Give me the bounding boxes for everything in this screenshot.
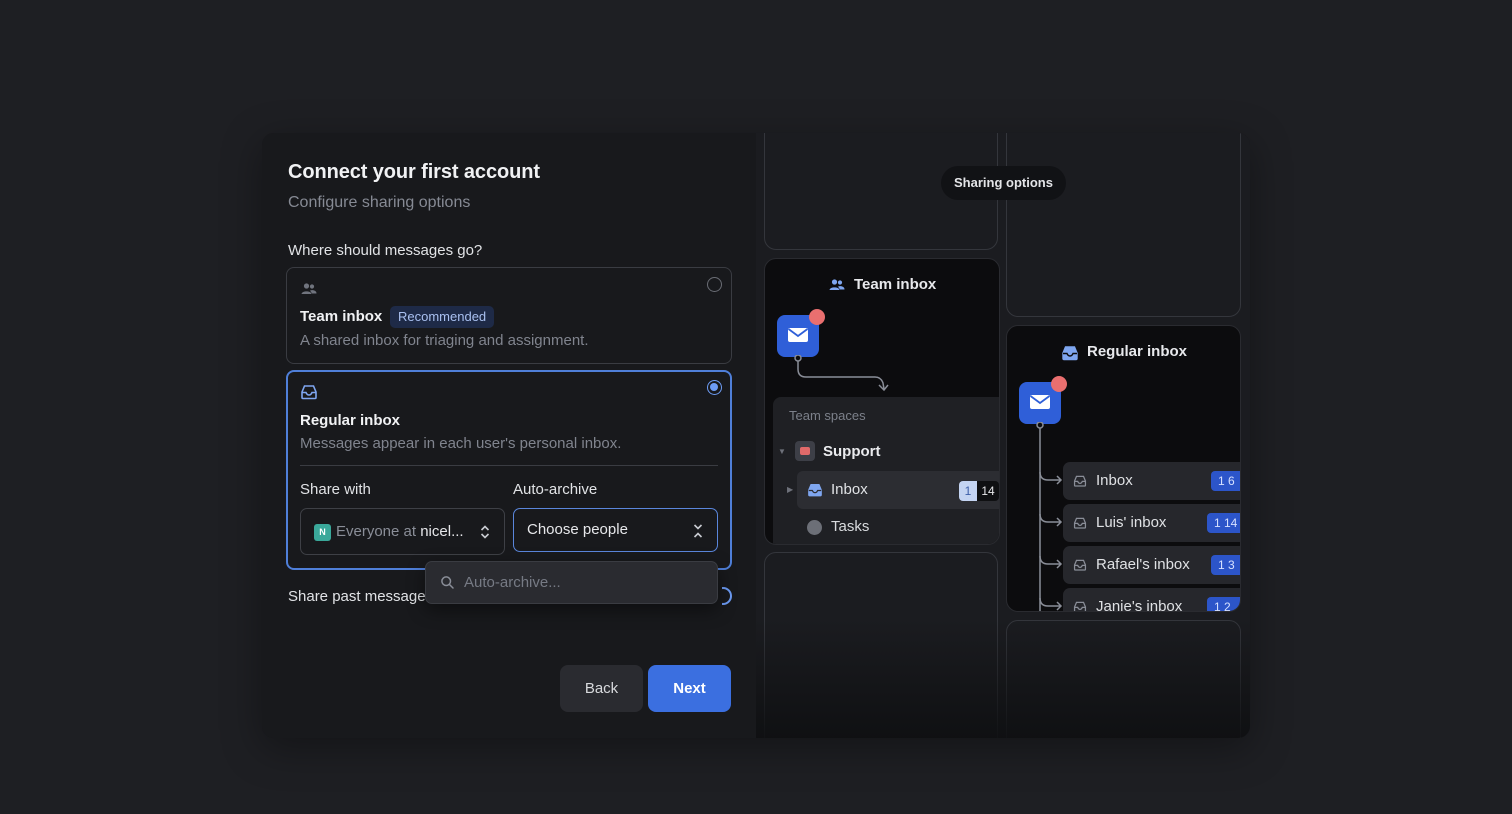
inbox-count: 1 6 — [1211, 471, 1240, 491]
inbox-icon — [301, 385, 317, 400]
team-spaces-label: Team spaces — [789, 408, 866, 423]
personal-inbox-label: Rafael's inbox — [1096, 556, 1190, 573]
unread-count: 1 — [959, 481, 977, 501]
chevron-collapse-icon — [693, 524, 703, 538]
auto-archive-search-input[interactable]: Auto-archive... — [464, 574, 561, 591]
settings-pane: Connect your first account Configure sha… — [262, 133, 756, 738]
back-button[interactable]: Back — [560, 665, 643, 712]
total-count: 14 — [977, 481, 999, 501]
personal-inbox-label: Luis' inbox — [1096, 514, 1167, 531]
flow-tree-lines — [1036, 422, 1063, 611]
personal-inbox-label: Inbox — [1096, 472, 1133, 489]
org-logo-icon: N — [314, 524, 331, 541]
next-button[interactable]: Next — [648, 665, 731, 712]
dialog-title: Connect your first account — [288, 161, 540, 183]
team-inbox-option[interactable]: Team inbox Recommended A shared inbox fo… — [286, 267, 732, 364]
inbox-count: 1 3 — [1211, 555, 1240, 575]
users-icon — [301, 283, 317, 294]
destination-question: Where should messages go? — [288, 242, 483, 259]
team-inbox-row: ▶ Inbox 1 14 — [787, 471, 999, 509]
team-inbox-radio[interactable] — [707, 277, 722, 292]
tasks-label: Tasks — [831, 518, 870, 535]
share-with-select[interactable]: N Everyone at nicel... — [300, 508, 505, 555]
team-inbox-panel: Team inbox Team spaces ▼ Support ▶ Inbox… — [764, 258, 1000, 545]
inbox-icon — [1062, 346, 1078, 361]
share-with-label: Share with — [300, 481, 371, 498]
inbox-icon — [1073, 517, 1087, 529]
placeholder-card — [1006, 133, 1241, 317]
auto-archive-select[interactable]: Choose people — [513, 508, 718, 552]
caret-right-icon: ▶ — [787, 485, 794, 494]
support-space-icon — [795, 441, 815, 461]
search-icon — [441, 576, 454, 589]
regular-inbox-title: Regular inbox — [300, 412, 401, 429]
personal-inbox-row: Luis' inbox 1 14 — [1063, 504, 1240, 542]
personal-inbox-row: Janie's inbox 1 2 — [1063, 588, 1240, 612]
personal-inbox-row: Inbox 1 6 — [1063, 462, 1240, 500]
notification-dot — [809, 309, 825, 325]
inbox-icon — [1073, 559, 1087, 571]
share-past-messages-label: Share past message — [288, 588, 426, 605]
auto-archive-value: Choose people — [527, 521, 628, 538]
team-spaces-list: Team spaces ▼ Support ▶ Inbox 1 14 Tasks — [773, 397, 999, 544]
option-divider — [300, 465, 718, 466]
bottom-fade — [756, 618, 1250, 738]
inbox-count: 1 2 — [1207, 597, 1240, 611]
team-inbox-title: Team inbox — [300, 308, 383, 325]
share-with-value: Everyone at nicel... — [336, 523, 464, 540]
notification-dot — [1051, 376, 1067, 392]
recommended-badge: Recommended — [390, 306, 495, 328]
users-icon — [829, 279, 845, 290]
regular-inbox-option[interactable]: Regular inbox Messages appear in each us… — [286, 370, 732, 570]
sharing-options-pill: Sharing options — [941, 166, 1066, 200]
team-inbox-panel-title: Team inbox — [854, 276, 937, 293]
regular-inbox-radio[interactable] — [707, 380, 722, 395]
sharing-illustration: Sharing options Team inbox Team spaces ▼ — [756, 133, 1250, 738]
inbox-icon — [1073, 601, 1087, 611]
personal-inbox-label: Janie's inbox — [1096, 598, 1183, 612]
tasks-icon — [807, 520, 822, 535]
inbox-count: 1 14 — [1207, 513, 1240, 533]
team-inbox-row-label: Inbox — [831, 481, 868, 498]
connect-account-dialog: Connect your first account Configure sha… — [262, 133, 1250, 738]
support-space-label: Support — [823, 443, 881, 460]
team-inbox-description: A shared inbox for triaging and assignme… — [300, 332, 589, 349]
auto-archive-dropdown: Auto-archive... — [425, 561, 718, 604]
regular-inbox-panel: Regular inbox Inbox 1 6 Luis' inbox 1 14… — [1006, 325, 1241, 612]
inbox-icon — [808, 484, 822, 497]
regular-inbox-description: Messages appear in each user's personal … — [300, 435, 622, 452]
flow-arrow — [794, 355, 889, 392]
personal-inbox-row: Rafael's inbox 1 3 — [1063, 546, 1240, 584]
caret-down-icon: ▼ — [778, 447, 786, 456]
auto-archive-label: Auto-archive — [513, 481, 598, 498]
dialog-subtitle: Configure sharing options — [288, 194, 471, 211]
regular-inbox-panel-title: Regular inbox — [1087, 343, 1188, 360]
inbox-icon — [1073, 475, 1087, 487]
chevron-updown-icon — [480, 525, 490, 539]
